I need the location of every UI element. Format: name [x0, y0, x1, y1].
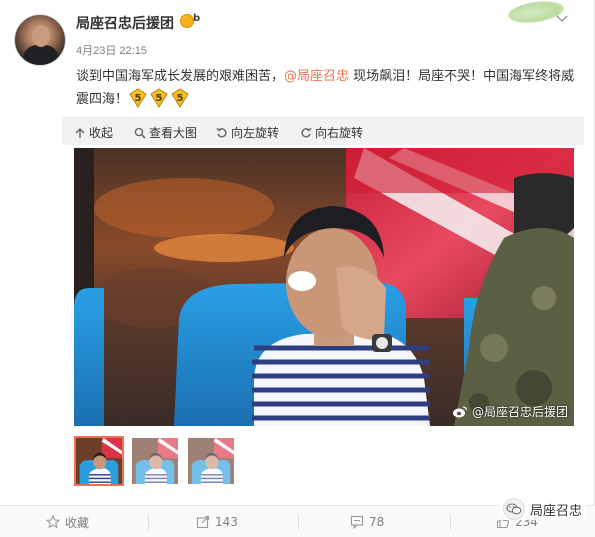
view-large-label: 查看大图 [149, 126, 198, 140]
account-name: 局座召忠 [529, 503, 582, 519]
collapse-label: 收起 [89, 126, 114, 140]
weibo-post-card: 局座召忠后援团 b 4月23日 22:15 谈到中国海军成长发展的艰难困苦，@局… [0, 0, 595, 537]
thumbnail-strip [74, 436, 236, 488]
image-thumbnail[interactable] [130, 436, 180, 486]
post-text: 谈到中国海军成长发展的艰难困苦，@局座召忠 现场飙泪！局座不哭！中国海军终将威震… [76, 66, 576, 111]
rotate-right-icon [301, 127, 312, 138]
action-divider [148, 514, 149, 530]
account-watermark: 局座召忠 [498, 498, 586, 520]
share-count: 143 [215, 515, 238, 529]
collapse-button[interactable]: 收起 [74, 124, 113, 141]
share-button[interactable]: 143 [196, 514, 238, 530]
favorite-button[interactable]: 收藏 [46, 514, 89, 530]
action-divider [298, 514, 299, 530]
image-thumbnail[interactable] [186, 436, 236, 486]
post-text-before: 谈到中国海军成长发展的艰难困苦， [76, 69, 285, 84]
search-icon [134, 127, 146, 139]
svg-text:5: 5 [135, 93, 142, 104]
arrow-up-icon [75, 127, 85, 138]
member-badge-icon[interactable]: b [180, 13, 202, 29]
wechat-logo-icon [502, 498, 525, 520]
favorite-label: 收藏 [65, 515, 90, 530]
share-icon [196, 515, 210, 529]
number-five-emoji: 5 [150, 88, 168, 108]
image-watermark: @局座召忠后援团 [452, 403, 568, 420]
header-decoration [504, 0, 574, 26]
view-large-button[interactable]: 查看大图 [134, 124, 197, 141]
username-link[interactable]: 局座召忠后援团 [76, 13, 174, 33]
svg-text:5: 5 [156, 93, 163, 104]
post-timestamp[interactable]: 4月23日 22:15 [76, 42, 147, 58]
number-five-emoji: 5 [171, 88, 189, 108]
avatar[interactable] [14, 14, 66, 66]
image-toolbar: 收起 查看大图 向左旋转 向右旋转 [62, 117, 584, 145]
mention-link[interactable]: @局座召忠 [284, 69, 349, 84]
image-thumbnail[interactable] [74, 436, 124, 486]
comment-button[interactable]: 78 [350, 514, 384, 530]
avatar-body-shape [23, 45, 59, 65]
thumbnail-photo [76, 438, 122, 484]
rotate-left-label: 向左旋转 [231, 126, 280, 140]
action-divider [450, 514, 451, 530]
comment-count: 78 [369, 515, 385, 529]
rotate-right-label: 向右旋转 [315, 126, 364, 140]
svg-text:5: 5 [177, 93, 184, 104]
avatar-face-shape [32, 25, 50, 47]
number-five-emoji: 5 [129, 88, 147, 108]
rotate-right-button[interactable]: 向右旋转 [300, 124, 363, 141]
tv-scene-photo [74, 148, 574, 426]
post-main-image[interactable]: @局座召忠后援团 [74, 148, 574, 426]
star-icon [46, 515, 60, 529]
rotate-left-icon [216, 127, 227, 138]
watermark-text: @局座召忠后援团 [471, 405, 568, 419]
chevron-down-icon[interactable] [556, 14, 570, 24]
rotate-left-button[interactable]: 向左旋转 [216, 124, 279, 141]
emoji-group: 5 5 5 [128, 88, 191, 108]
weibo-logo-icon [452, 405, 468, 417]
comment-icon [350, 515, 364, 529]
